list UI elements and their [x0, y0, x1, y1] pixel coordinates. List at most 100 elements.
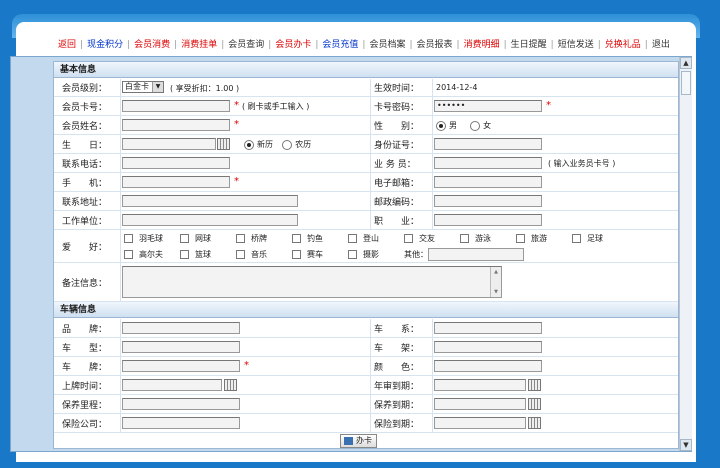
hobby-option[interactable]: 足球 — [572, 233, 628, 244]
menu-item-7[interactable]: 会员档案 — [365, 36, 409, 54]
hobby-option[interactable]: 篮球 — [180, 249, 236, 260]
page-scrollbar[interactable]: ▲ ▼ — [679, 57, 692, 451]
hobby-option[interactable]: 交友 — [404, 233, 460, 244]
calendar-icon[interactable] — [217, 138, 230, 150]
menu-item-8[interactable]: 会员报表 — [413, 36, 457, 54]
series-label: 车 系： — [374, 324, 420, 335]
scroll-down-icon[interactable]: ▼ — [680, 439, 692, 451]
checkbox[interactable] — [292, 250, 301, 259]
insurer-input[interactable] — [122, 417, 240, 429]
insure-date-input[interactable] — [434, 417, 526, 429]
hobby-option[interactable]: 羽毛球 — [124, 233, 180, 244]
email-input[interactable] — [434, 176, 542, 188]
model-label: 车 型： — [62, 343, 108, 354]
series-input[interactable] — [434, 322, 542, 334]
mileage-input[interactable] — [122, 398, 240, 410]
birthday-input[interactable] — [122, 138, 216, 150]
solar-radio[interactable] — [244, 139, 254, 150]
reg-label: 上牌时间： — [62, 381, 108, 392]
hobby-option[interactable]: 高尔夫 — [124, 249, 180, 260]
menu-item-5[interactable]: 会员办卡 — [271, 36, 315, 54]
checkbox[interactable] — [516, 234, 525, 243]
checkbox[interactable] — [460, 234, 469, 243]
hobby-label: 桥牌 — [251, 234, 267, 243]
hobby-option[interactable]: 赛车 — [292, 249, 348, 260]
checkbox[interactable] — [236, 250, 245, 259]
scroll-thumb[interactable] — [681, 71, 691, 95]
card-password-input[interactable]: •••••• — [434, 100, 542, 112]
level-select[interactable]: 白金卡 ▼ — [122, 81, 164, 93]
maint-date-input[interactable] — [434, 398, 526, 410]
hobby-option[interactable]: 桥牌 — [236, 233, 292, 244]
checkbox[interactable] — [292, 234, 301, 243]
address-input[interactable] — [122, 195, 298, 207]
hobby-label: 旅游 — [531, 234, 547, 243]
required-mark: * — [234, 119, 239, 130]
calendar-type-group: 新历 农历 — [244, 139, 311, 150]
inspect-date-input[interactable] — [434, 379, 526, 391]
staff-input[interactable] — [434, 157, 542, 169]
other-hobby-input[interactable] — [428, 248, 524, 261]
checkbox[interactable] — [124, 234, 133, 243]
card-number-input[interactable] — [122, 100, 230, 112]
menu-item-13[interactable]: 退出 — [648, 36, 674, 54]
menu-item-11[interactable]: 短信发送 — [554, 36, 598, 54]
menu-item-1[interactable]: 现金积分 — [83, 36, 127, 54]
checkbox[interactable] — [404, 234, 413, 243]
hobby-option[interactable]: 钓鱼 — [292, 233, 348, 244]
menu-item-12[interactable]: 兑换礼品 — [601, 36, 645, 54]
calendar-icon[interactable] — [528, 398, 541, 410]
checkbox[interactable] — [348, 234, 357, 243]
email-label: 电子邮箱： — [374, 178, 420, 189]
checkbox[interactable] — [348, 250, 357, 259]
calendar-icon[interactable] — [528, 379, 541, 391]
model-input[interactable] — [122, 341, 240, 353]
checkbox[interactable] — [572, 234, 581, 243]
row-brand: 品 牌： 车 系： — [54, 319, 678, 338]
hobby-option[interactable]: 登山 — [348, 233, 404, 244]
hobby-option[interactable]: 网球 — [180, 233, 236, 244]
required-mark: * — [244, 360, 249, 371]
menu-item-3[interactable]: 消费挂单 — [177, 36, 221, 54]
checkbox[interactable] — [124, 250, 133, 259]
menu-item-9[interactable]: 消费明细 — [460, 36, 504, 54]
idcard-input[interactable] — [434, 138, 542, 150]
frame-input[interactable] — [434, 341, 542, 353]
mobile-input[interactable] — [122, 176, 230, 188]
menu-item-4[interactable]: 会员查询 — [224, 36, 268, 54]
menu-item-10[interactable]: 生日提醒 — [507, 36, 551, 54]
scroll-up-icon[interactable]: ▲ — [680, 57, 692, 69]
menu-item-2[interactable]: 会员消费 — [130, 36, 174, 54]
brand-input[interactable] — [122, 322, 240, 334]
checkbox[interactable] — [180, 250, 189, 259]
reg-date-input[interactable] — [122, 379, 222, 391]
row-card: 会员卡号： * ( 刷卡或手工输入 ) 卡号密码： •••••• * — [54, 97, 678, 116]
effective-value: 2014-12-4 — [436, 83, 478, 92]
remark-scrollbar[interactable]: ▲ ▼ — [490, 267, 501, 297]
gender-female-radio[interactable] — [470, 120, 481, 131]
job-input[interactable] — [434, 214, 542, 226]
hobby-option[interactable]: 游泳 — [460, 233, 516, 244]
menu-item-0[interactable]: 返回 — [54, 36, 80, 54]
member-name-input[interactable] — [122, 119, 230, 131]
hobby-option[interactable]: 音乐 — [236, 249, 292, 260]
color-input[interactable] — [434, 360, 542, 372]
plate-input[interactable] — [122, 360, 240, 372]
mileage-label: 保养里程： — [62, 400, 108, 411]
checkbox[interactable] — [236, 234, 245, 243]
gender-male-radio[interactable] — [436, 120, 446, 131]
company-input[interactable] — [122, 214, 298, 226]
submit-card-button[interactable]: 办卡 — [340, 434, 377, 448]
calendar-icon[interactable] — [528, 417, 541, 429]
lunar-radio[interactable] — [282, 139, 293, 150]
phone-input[interactable] — [122, 157, 230, 169]
checkbox[interactable] — [180, 234, 189, 243]
calendar-icon[interactable] — [224, 379, 237, 391]
hobby-option[interactable]: 摄影 — [348, 249, 404, 260]
scroll-down-icon: ▼ — [494, 289, 498, 295]
zip-input[interactable] — [434, 195, 542, 207]
hobby-option[interactable]: 旅游 — [516, 233, 572, 244]
color-label: 颜 色： — [374, 362, 420, 373]
menu-item-6[interactable]: 会员充值 — [318, 36, 362, 54]
remark-textarea[interactable]: ▲ ▼ — [122, 266, 502, 298]
